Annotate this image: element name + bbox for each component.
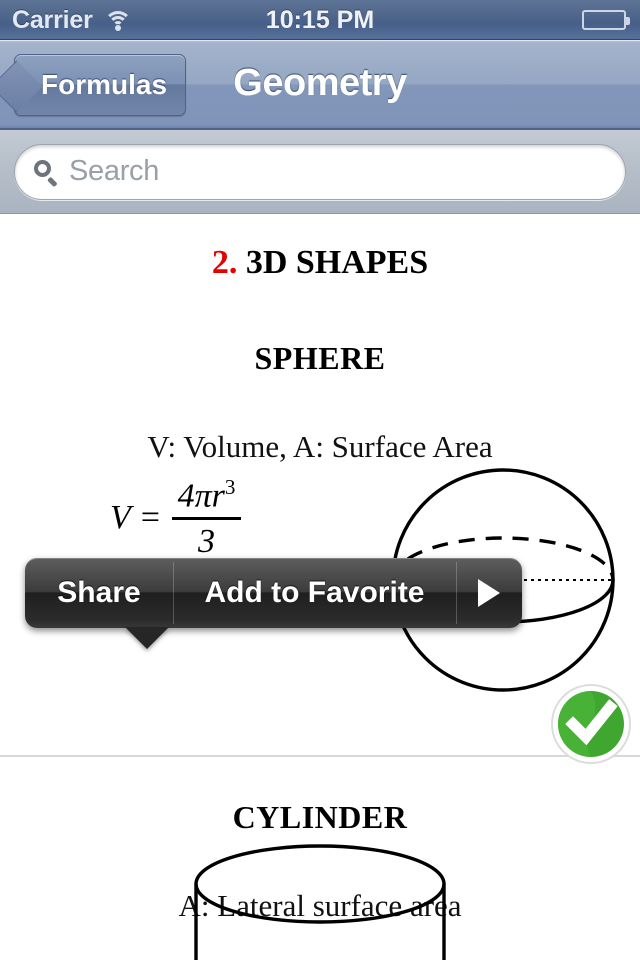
share-button[interactable]: Share bbox=[25, 558, 173, 628]
section-name: 3D SHAPES bbox=[245, 244, 429, 281]
sphere-legend: V: Volume, A: Surface Area bbox=[147, 429, 493, 464]
navigation-bar: Formulas Geometry bbox=[0, 40, 640, 130]
app-screen: Carrier 10:15 PM Formulas Geometry Searc… bbox=[0, 0, 640, 960]
popup-tail bbox=[125, 627, 169, 649]
search-placeholder: Search bbox=[69, 155, 160, 187]
status-bar: Carrier 10:15 PM bbox=[0, 0, 640, 40]
section-number: 2. bbox=[211, 244, 246, 281]
section-heading: 2. 3D SHAPES bbox=[0, 244, 640, 282]
search-input[interactable]: Search bbox=[14, 143, 626, 200]
back-button-label: Formulas bbox=[41, 69, 168, 100]
next-page-button[interactable] bbox=[456, 558, 522, 628]
battery-icon bbox=[582, 10, 630, 30]
search-bar: Search bbox=[0, 130, 640, 214]
shape-title-sphere: SPHERE bbox=[254, 340, 386, 376]
triangle-right-icon bbox=[478, 579, 500, 607]
section-divider bbox=[0, 755, 640, 757]
cylinder-diagram bbox=[194, 844, 446, 960]
status-bar-right bbox=[582, 10, 630, 30]
volume-numerator: 4πr3 bbox=[177, 475, 236, 515]
checkmark-circle-icon[interactable] bbox=[550, 683, 632, 765]
add-to-favorite-button[interactable]: Add to Favorite bbox=[173, 558, 456, 628]
sphere-volume-formula: V = 4πr3 3 bbox=[110, 475, 242, 561]
volume-lhs: V = bbox=[110, 499, 162, 537]
volume-fraction: 4πr3 3 bbox=[171, 475, 242, 561]
volume-denominator: 3 bbox=[198, 523, 216, 561]
context-menu-popup: Share Add to Favorite bbox=[25, 558, 522, 649]
search-icon bbox=[33, 159, 59, 187]
status-bar-clock: 10:15 PM bbox=[265, 6, 375, 34]
